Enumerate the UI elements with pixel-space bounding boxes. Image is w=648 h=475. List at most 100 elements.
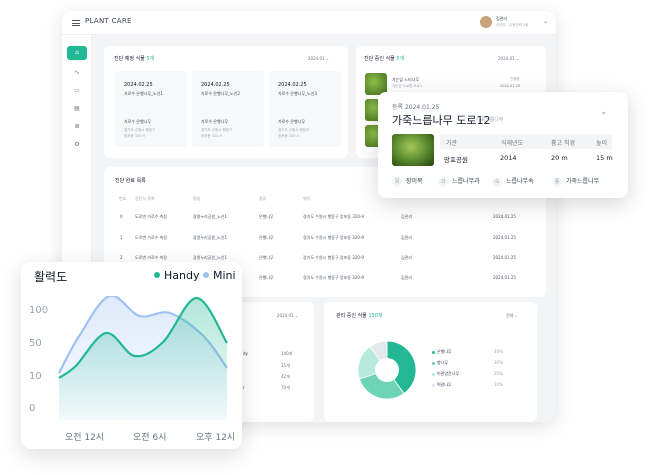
column-header: 흉고 직경 [551, 140, 575, 147]
sidebar-item-map[interactable]: ▭ [67, 84, 87, 98]
plant-date: 2024.01.25 [500, 84, 521, 88]
map-icon: ▭ [74, 87, 80, 94]
schedule-address: 망포동 320-9 [201, 134, 222, 138]
completed-title: 진단 완료 목록 [115, 178, 146, 184]
column-header: 번호 [119, 196, 127, 201]
schedule-name: 가로수 은행나무_노선2 [201, 91, 240, 96]
column-header: 종류 [259, 196, 267, 201]
x-tick-label: 오전 12시 [65, 433, 105, 443]
cell-person: 김관리 [401, 214, 413, 219]
cell-no: 1 [120, 235, 123, 240]
month-select[interactable]: 2024.01 ⌄ [277, 313, 298, 318]
schedule-type: 가로수 은행나무 [201, 119, 229, 124]
sidebar-item-settings[interactable]: ⚙ [67, 138, 87, 152]
legend-item: 떡갈나무 [432, 382, 452, 388]
schedule-item[interactable]: 2024.02.25 가로수 은행나무_노선2 가로수 은행나무 경기도 수원시… [192, 71, 264, 147]
legend-percent: 10% [494, 382, 503, 387]
plant-detail-popup[interactable]: 등록 2024.01.25 가죽느릅나무 도로12 가죽느릅나무 ⌄ 기관 식재… [378, 92, 628, 198]
schedule-address: 경기도 수원시 행정구 [201, 128, 233, 132]
legend-item-handy: Handy [154, 269, 199, 282]
chevron-down-icon[interactable]: ⌄ [600, 107, 608, 117]
schedule-address: 망포동 320-9 [278, 134, 299, 138]
schedule-item[interactable]: 2024.02.25 가로수 은행나무_노선3 가로수 은행나무 경기도 수원시… [269, 71, 341, 147]
column-header: 식재년도 [501, 140, 524, 147]
chevron-down-icon[interactable]: ⌄ [543, 18, 548, 25]
legend-percent: 30% [494, 360, 503, 365]
cell-kind: 은행나무 [259, 255, 274, 260]
avatar[interactable] [480, 16, 492, 28]
cell-no: 0 [120, 214, 123, 219]
cell-person: 김관리 [401, 255, 413, 260]
legend-item: 미관양잔나무 [432, 371, 459, 377]
x-tick-label: 오전 6시 [133, 433, 167, 443]
cell-date: 2024.01.25 [493, 275, 516, 280]
legend-percent: 20% [494, 371, 503, 376]
schedule-address: 경기도 수원시 행정구 [278, 128, 310, 132]
plant-species: 가죽느릅나무 [476, 117, 504, 123]
cell-date: 2024.01.25 [493, 255, 516, 260]
plant-photo [392, 134, 434, 166]
cell-date: 2024.01.25 [493, 214, 516, 219]
cell-kind: 은행나무 [259, 214, 274, 219]
registration-date: 등록 2024.01.25 [392, 104, 440, 111]
stat-label: r [243, 385, 245, 390]
detail-height: 15 m [596, 154, 613, 162]
schedule-address: 경기도 수원시 행정구 [124, 128, 156, 132]
cell-list: 도로변 가로수 측정 [135, 235, 167, 240]
stat-value: 35개 [281, 363, 290, 368]
list-icon: ≣ [74, 123, 80, 130]
cell-no: 2 [120, 255, 123, 260]
cell-location: 경기도 수원시 행동구 망포동 320-9 [303, 214, 364, 219]
detail-planting-year: 2014 [500, 154, 517, 162]
cell-date: 2024.01.25 [493, 235, 516, 240]
table-row[interactable]: 1 도로변 가로수 측정 광명누리공원_노선1 은행나무 경기도 수원시 행동구… [119, 235, 544, 245]
managed-title: 관리 중인 식물 150개 [336, 313, 383, 319]
screenshot-stage: PLANT CARE 김관리 관리자 · 수목관리 1팀 ⌄ ⌂ ∿ ▭ ▤ ≣… [0, 0, 648, 475]
sidebar-item-home[interactable]: ⌂ [67, 46, 87, 60]
y-tick-label: 100 [29, 305, 49, 316]
schedule-date: 2024.02.25 [278, 82, 307, 88]
vitality-chart-card: 활력도 Handy Mini 100 50 10 0 오전 12시 오전 6시 … [21, 262, 242, 449]
cell-person: 김관리 [401, 235, 413, 240]
cell-list: 도로변 가로수 측정 [135, 214, 167, 219]
legend-percent: 40% [494, 349, 503, 354]
cell-location: 경기도 수원시 행동구 망포동 320-9 [303, 275, 364, 280]
y-tick-label: 0 [29, 403, 36, 414]
activity-icon: ∿ [74, 69, 80, 76]
month-select[interactable]: 2024.01 ⌄ [498, 56, 519, 61]
y-tick-label: 50 [29, 338, 42, 349]
legend-dot [432, 361, 435, 365]
filter-select[interactable]: 전체 ⌄ [506, 313, 518, 319]
cell-person: 김관리 [401, 275, 413, 280]
tag-order: 목 장미목 [392, 176, 423, 187]
schedule-name: 가로수 은행나무_노선1 [124, 91, 163, 96]
cell-list: 도로변 가로수 측정 [135, 255, 167, 260]
plant-address: 가는잎 도로변 도로1 [392, 84, 423, 88]
sidebar-item-activity[interactable]: ∿ [67, 66, 87, 80]
legend-item: 향나무 [432, 360, 448, 366]
column-header: 진단식 목록 [135, 196, 155, 201]
cell-name: 광명누리공원_노선1 [193, 235, 227, 240]
cell-kind: 은행나무 [259, 235, 274, 240]
plant-name: 가는잎 느티나무 [392, 77, 420, 82]
chart-title: 활력도 [34, 270, 68, 284]
schedule-name: 가로수 은행나무_노선3 [278, 91, 317, 96]
menu-icon[interactable] [72, 20, 80, 26]
column-header: 위치 [303, 196, 311, 201]
column-header: 명칭 [193, 196, 201, 201]
cell-location: 경기도 수원시 행동구 망포동 320-9 [303, 235, 364, 240]
tag-genus: 속 느릅나무속 [492, 176, 534, 187]
y-tick-label: 10 [29, 371, 42, 382]
legend-item: 은행나무 [432, 349, 452, 355]
sidebar-item-list[interactable]: ≣ [67, 120, 87, 134]
schedule-item[interactable]: 2024.02.25 가로수 은행나무_노선1 가로수 은행나무 경기도 수원시… [115, 71, 187, 147]
table-row[interactable]: 0 도로변 가로수 측정 광명누리공원_노선1 은행나무 경기도 수원시 행동구… [119, 214, 544, 224]
sidebar-item-document[interactable]: ▤ [67, 102, 87, 116]
x-tick-label: 오후 12시 [196, 433, 236, 443]
stat-value: 42개 [281, 374, 290, 379]
tag-family: 과 느릅나무과 [438, 176, 480, 187]
month-select[interactable]: 2024.01 ⌄ [308, 56, 329, 61]
legend-dot [154, 272, 160, 278]
cell-name: 광명누리공원_노선1 [193, 255, 227, 260]
top-bar: PLANT CARE 김관리 관리자 · 수목관리 1팀 ⌄ [62, 11, 556, 35]
